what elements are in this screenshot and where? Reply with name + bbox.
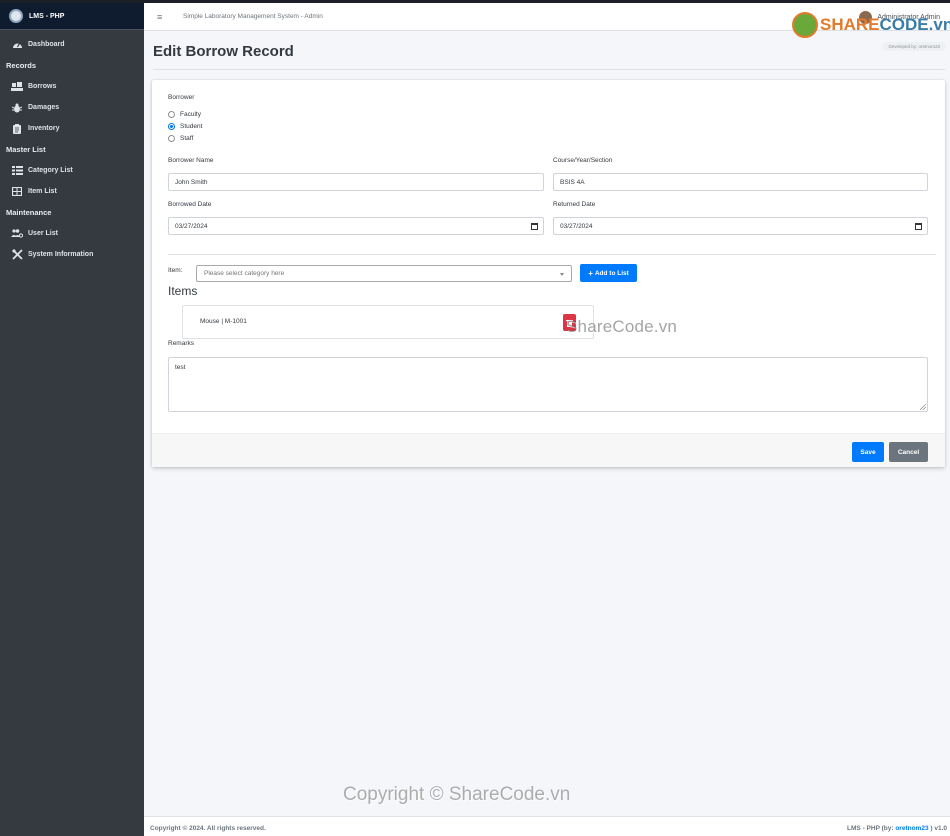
save-button[interactable]: Save <box>852 442 884 462</box>
radio-button[interactable] <box>168 135 175 142</box>
radio-button[interactable] <box>168 123 175 130</box>
card-footer: Save Cancel <box>152 433 945 467</box>
borrowed-date-label: Borrowed Date <box>168 201 212 208</box>
sidebar-item-dashboard[interactable]: Dashboard <box>0 34 144 55</box>
sidebar-item-borrows[interactable]: Borrows <box>0 76 144 97</box>
borrower-label: Borrower <box>168 94 195 101</box>
chevron-down-icon <box>560 273 564 276</box>
radio-button[interactable] <box>168 111 175 118</box>
remarks-textarea[interactable]: test <box>168 357 928 412</box>
radio-label: Student <box>180 123 203 130</box>
sidebar-header-records: Records <box>6 61 37 70</box>
radio-staff[interactable]: Staff <box>168 135 193 142</box>
date-value: 03/27/2024 <box>175 222 208 230</box>
users-cog-icon <box>11 229 23 239</box>
sidebar-item-item-list[interactable]: Item List <box>0 181 144 202</box>
sidebar-header-master-list: Master List <box>6 145 46 154</box>
calendar-icon[interactable] <box>531 223 538 230</box>
sidebar-item-label: Inventory <box>28 125 60 132</box>
author-link[interactable]: oretnom23 <box>895 825 928 832</box>
list-item: Mouse | M-1001 <box>182 305 594 339</box>
sidebar: LMS - PHP Dashboard Records Borrows Dama… <box>0 3 144 836</box>
sidebar-item-label: User List <box>28 230 58 237</box>
credit-prefix: LMS - PHP (by: <box>847 825 896 832</box>
credit-suffix: ) v1.0 <box>928 825 947 832</box>
sidebar-item-label: System Information <box>28 251 94 258</box>
menu-toggle-icon[interactable]: ≡ <box>157 12 167 22</box>
sidebar-item-category-list[interactable]: Category List <box>0 160 144 181</box>
calendar-icon[interactable] <box>915 223 922 230</box>
radio-faculty[interactable]: Faculty <box>168 111 201 118</box>
divider <box>168 254 936 255</box>
radio-label: Faculty <box>180 111 201 118</box>
dolly-icon <box>11 81 23 92</box>
copyright-text: Copyright © 2024. All rights reserved. <box>150 825 266 832</box>
tachometer-icon <box>11 40 23 50</box>
sidebar-item-label: Damages <box>28 104 60 111</box>
copyright-watermark: Copyright © ShareCode.vn <box>343 784 571 805</box>
plus-icon: + <box>588 268 593 278</box>
returned-date-label: Returned Date <box>553 201 596 208</box>
remarks-value: test <box>175 364 186 371</box>
brand-name: LMS - PHP <box>29 12 65 20</box>
select-placeholder: Please select category here <box>204 270 285 277</box>
sidebar-item-label: Borrows <box>28 83 57 90</box>
sidebar-item-user-list[interactable]: User List <box>0 223 144 244</box>
sidebar-header-maintenance: Maintenance <box>6 208 52 217</box>
bug-icon <box>11 103 23 113</box>
tools-icon <box>11 249 23 260</box>
page-title: Edit Borrow Record <box>153 43 294 60</box>
sidebar-item-system-information[interactable]: System Information <box>0 244 144 265</box>
sidebar-nav: Dashboard Records Borrows Damages Invent… <box>0 30 144 265</box>
system-title: Simple Laboratory Management System - Ad… <box>183 13 323 20</box>
list-icon <box>11 166 23 176</box>
add-to-list-button[interactable]: + Add to List <box>580 264 637 282</box>
item-label: Item: <box>168 267 183 274</box>
radio-student[interactable]: Student <box>168 123 202 130</box>
borrower-name-label: Borrower Name <box>168 157 214 164</box>
page-footer: Copyright © 2024. All rights reserved. L… <box>144 816 950 836</box>
sharecode-watermark: ShareCode.vn <box>566 317 678 336</box>
sidebar-item-label: Category List <box>28 167 73 174</box>
main-content: Edit Borrow Record Developed by: oretnom… <box>144 31 950 816</box>
clipboard-icon <box>11 123 23 134</box>
cancel-button[interactable]: Cancel <box>889 442 928 462</box>
brand-logo <box>9 9 23 23</box>
divider <box>153 69 945 70</box>
sidebar-item-damages[interactable]: Damages <box>0 97 144 118</box>
resize-handle[interactable] <box>920 404 926 410</box>
item-name: Mouse | M-1001 <box>200 318 247 325</box>
item-select[interactable]: Please select category here <box>196 265 572 282</box>
brand[interactable]: LMS - PHP <box>0 3 144 30</box>
items-heading: Items <box>168 284 198 298</box>
remarks-label: Remarks <box>168 340 195 347</box>
borrowed-date-input[interactable]: 03/27/2024 <box>168 217 544 235</box>
add-button-label: Add to List <box>594 269 629 277</box>
date-value: 03/27/2024 <box>560 222 593 230</box>
developer-tag: Developed by: oretnom23 <box>882 42 946 51</box>
borrower-name-input[interactable]: John Smith <box>168 173 544 191</box>
course-input[interactable]: BSIS 4A <box>553 173 928 191</box>
sidebar-item-label: Dashboard <box>28 41 65 48</box>
credit-text: LMS - PHP (by: oretnom23 ) v1.0 <box>847 825 947 832</box>
borrow-form-card: Borrower Faculty Student Staff Borrower … <box>152 80 945 467</box>
course-label: Course/Year/Section <box>553 157 613 164</box>
sidebar-item-inventory[interactable]: Inventory <box>0 118 144 139</box>
table-icon <box>11 187 23 197</box>
radio-label: Staff <box>180 135 194 142</box>
sidebar-item-label: Item List <box>28 188 57 195</box>
returned-date-input[interactable]: 03/27/2024 <box>553 217 928 235</box>
